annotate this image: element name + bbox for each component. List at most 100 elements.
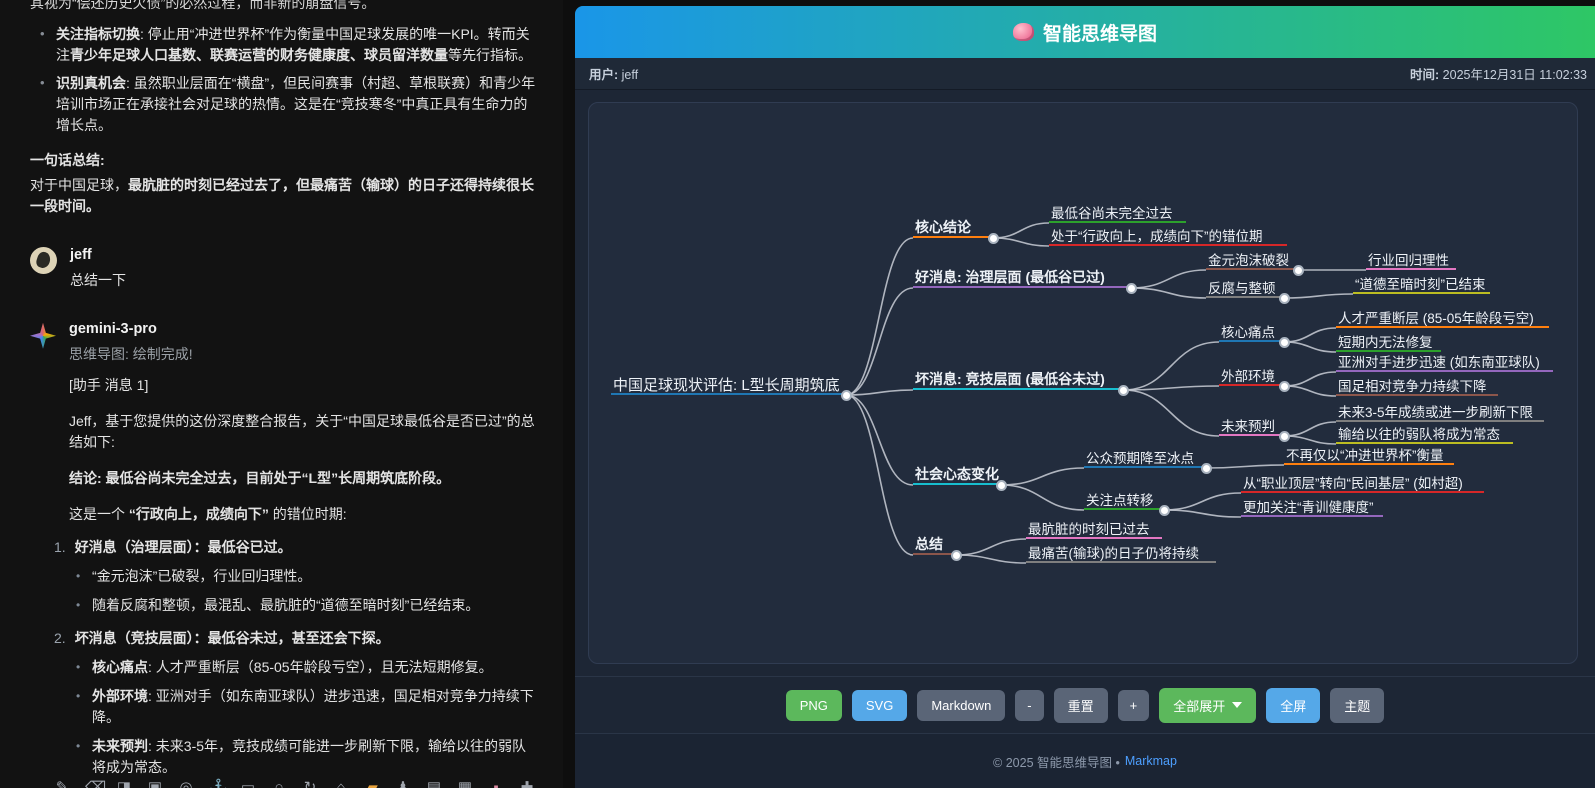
app-icon[interactable]: ▪: [488, 777, 504, 788]
mindmap-link: [993, 238, 1049, 246]
chat-bullet-indicator-switch: 关注指标切换: 停止用“冲进世界杯”作为衡量中国足球发展的唯一KPI。转而关注青…: [56, 24, 539, 66]
speaker-icon[interactable]: ◨: [116, 777, 132, 788]
folder-icon[interactable]: ▰: [364, 777, 380, 788]
mindmap-footer: © 2025 智能思维导图 • Markmap: [575, 733, 1595, 788]
home-icon[interactable]: ⌂: [333, 777, 349, 788]
theme-button[interactable]: 主题: [1330, 688, 1384, 723]
mm-node-losing-normal[interactable]: 输给以往的弱队将成为常态: [1336, 423, 1513, 444]
circle-icon[interactable]: ○: [271, 777, 287, 788]
mm-node-external-env[interactable]: 外部环境: [1219, 365, 1284, 386]
assistant-status: 思维导图: 绘制完成!: [69, 344, 539, 365]
mm-node-core-conclusion[interactable]: 核心结论: [913, 217, 993, 238]
mindmap-collapse-dot-b1[interactable]: [988, 233, 999, 244]
mindmap-collapse-dot-b4c1[interactable]: [1201, 463, 1212, 474]
mm-node-good-news[interactable]: 好消息: 治理层面 (最低谷已过): [913, 267, 1131, 288]
refresh-icon[interactable]: ↻: [302, 777, 318, 788]
mm-node-talent-gap[interactable]: 人才严重断层 (85-05年龄段亏空): [1336, 307, 1549, 328]
mindmap-collapse-dot-b2[interactable]: [1126, 283, 1137, 294]
export-markdown-button[interactable]: Markdown: [917, 690, 1005, 721]
mindmap-collapse-dot-root[interactable]: [841, 390, 852, 401]
delete-icon[interactable]: ⌫: [85, 777, 101, 788]
mm-node-cannot-fix[interactable]: 短期内无法修复: [1336, 331, 1441, 352]
mm-node-gold-bubble[interactable]: 金元泡沫破裂: [1206, 249, 1298, 270]
mindmap-collapse-dot-b2c2[interactable]: [1279, 293, 1290, 304]
mm-node-youth-health[interactable]: 更加关注“青训健康度”: [1241, 496, 1383, 517]
mindmap-collapse-dot-b3c3[interactable]: [1279, 431, 1290, 442]
mm-node-new-lows[interactable]: 未来3-5年成绩或进一步刷新下限: [1336, 401, 1544, 422]
mindmap-link: [1206, 465, 1284, 468]
grid-icon[interactable]: ▦: [457, 777, 473, 788]
window-icon[interactable]: ▭: [240, 777, 256, 788]
edit-icon[interactable]: ✎: [54, 777, 70, 788]
mindmap-collapse-dot-b4[interactable]: [996, 480, 1007, 491]
assistant-period-line: 这是一个 “行政向上，成绩向下” 的错位时期:: [69, 504, 539, 525]
mm-node-dirtiest-past[interactable]: 最肮脏的时刻已过去: [1026, 518, 1162, 539]
mm-node-focus-shift[interactable]: 关注点转移: [1084, 489, 1164, 510]
markmap-link[interactable]: Markmap: [1125, 754, 1177, 768]
export-png-button[interactable]: PNG: [786, 690, 842, 721]
mm-node-mismatch-period[interactable]: 处于“行政向上，成绩向下”的错位期: [1049, 225, 1287, 246]
list-item-2-sub-3: 未来预判: 未来3-5年，竞技成绩可能进一步刷新下限，输给以往的弱队将成为常态。: [92, 736, 539, 778]
mm-node-pain-continues[interactable]: 最痛苦(输球)的日子仍将持续: [1026, 542, 1216, 563]
anchor-icon[interactable]: ⚓: [209, 777, 225, 788]
mindmap-link: [1123, 390, 1219, 436]
image-icon[interactable]: ▣: [147, 777, 163, 788]
list-item-1-sub-1: “金元泡沫”已破裂，行业回归理性。: [92, 566, 539, 587]
file-icon[interactable]: ▤: [426, 777, 442, 788]
chat-bullet-real-opportunity: 识别真机会: 虽然职业层面在“横盘”，但民间赛事（村超、草根联赛）和青少年培训市…: [56, 73, 539, 136]
mm-node-anti-corruption[interactable]: 反腐与整顿: [1206, 277, 1284, 298]
user-avatar: [30, 247, 57, 274]
mindmap-main-area: 中国足球现状评估: L型长周期筑底 核心结论 最低谷尚未完全过去 处于“行政向上…: [575, 90, 1595, 676]
zoom-out-button[interactable]: -: [1015, 690, 1043, 721]
mindmap-link: [1164, 510, 1241, 517]
caret-down-icon: [1232, 702, 1242, 708]
mm-node-dark-moment-over[interactable]: “道德至暗时刻”已结束: [1353, 273, 1490, 294]
time-value: 2025年12月31日 11:02:33: [1443, 68, 1587, 82]
app-title: 智能思维导图: [1043, 19, 1157, 46]
mm-node-top-to-grassroots[interactable]: 从“职业顶层”转向“民间基层” (如村超): [1241, 472, 1484, 493]
export-svg-button[interactable]: SVG: [852, 690, 907, 721]
assistant-tag: [助手 消息 1]: [69, 375, 539, 396]
expand-all-button[interactable]: 全部展开: [1159, 688, 1256, 723]
zoom-in-button[interactable]: +: [1118, 690, 1150, 721]
chat-toolbar-icons: ✎ ⌫ ◨ ▣ ◎ ⚓ ▭ ○ ↻ ⌂ ▰ ♟ ▤ ▦ ▪ ✚: [54, 777, 535, 788]
chat-summary-paragraph: 对于中国足球，最肮脏的时刻已经过去了，但最痛苦（输球）的日子还得持续很长一段时间…: [30, 175, 539, 217]
fullscreen-button[interactable]: 全屏: [1266, 688, 1320, 723]
mindmap-collapse-dot-b3c1[interactable]: [1279, 337, 1290, 348]
mm-node-core-pain[interactable]: 核心痛点: [1219, 321, 1284, 342]
mindmap-collapse-dot-b5[interactable]: [951, 550, 962, 561]
mm-node-summary[interactable]: 总结: [913, 534, 956, 555]
assistant-conclusion: 结论: 最低谷尚未完全过去，目前处于“L型”长周期筑底阶段。: [69, 468, 539, 489]
mindmap-link: [1131, 288, 1206, 298]
reset-button[interactable]: 重置: [1054, 688, 1108, 723]
user-label: 用户:: [589, 68, 618, 82]
mm-node-industry-rational[interactable]: 行业回归理性: [1366, 249, 1456, 270]
mindmap-link: [1284, 422, 1336, 436]
list-item-2-sub-2: 外部环境: 亚洲对手（如东南亚球队）进步迅速，国足相对竞争力持续下降。: [92, 686, 539, 728]
chat-summary-heading: 一句话总结:: [30, 150, 539, 171]
mindmap-collapse-dot-b3[interactable]: [1118, 385, 1129, 396]
mm-node-competitiveness-drop[interactable]: 国足相对竞争力持续下降: [1336, 375, 1498, 396]
user-message: jeff 总结一下: [30, 245, 539, 291]
mm-node-root[interactable]: 中国足球现状评估: L型长周期筑底: [611, 374, 846, 395]
list-item-2-sub-1: 核心痛点: 人才严重断层（85-05年龄段亏空），且无法短期修复。: [92, 657, 539, 678]
list-item-1: 1.好消息（治理层面）：最低谷已过。: [54, 537, 539, 558]
mindmap-link: [1284, 342, 1336, 352]
user-icon[interactable]: ♟: [395, 777, 411, 788]
assistant-intro: Jeff，基于您提供的这份深度整合报告，关于“中国足球最低谷是否已过”的总结如下…: [69, 411, 539, 453]
footer-copyright: © 2025 智能思维导图 •: [993, 752, 1120, 771]
mm-node-asia-rivals[interactable]: 亚洲对手进步迅速 (如东南亚球队): [1336, 351, 1553, 372]
plus-icon[interactable]: ✚: [519, 777, 535, 788]
mindmap-canvas[interactable]: 中国足球现状评估: L型长周期筑底 核心结论 最低谷尚未完全过去 处于“行政向上…: [588, 102, 1578, 664]
app-header: 智能思维导图: [575, 6, 1595, 58]
mindmap-collapse-dot-b4c2[interactable]: [1159, 505, 1170, 516]
record-icon[interactable]: ◎: [178, 777, 194, 788]
mm-node-lowest-not-past[interactable]: 最低谷尚未完全过去: [1049, 202, 1186, 223]
mm-node-no-worldcup-measure[interactable]: 不再仅以“冲进世界杯”衡量: [1284, 444, 1454, 465]
mm-node-social-mindset[interactable]: 社会心态变化: [913, 464, 1001, 485]
mm-node-bad-news[interactable]: 坏消息: 竞技层面 (最低谷未过): [913, 369, 1123, 390]
mm-node-expectation-freeze[interactable]: 公众预期降至冰点: [1084, 447, 1206, 468]
mm-node-future-forecast[interactable]: 未来预判: [1219, 415, 1284, 436]
mindmap-collapse-dot-b2c1[interactable]: [1293, 265, 1304, 276]
mindmap-collapse-dot-b3c2[interactable]: [1279, 381, 1290, 392]
